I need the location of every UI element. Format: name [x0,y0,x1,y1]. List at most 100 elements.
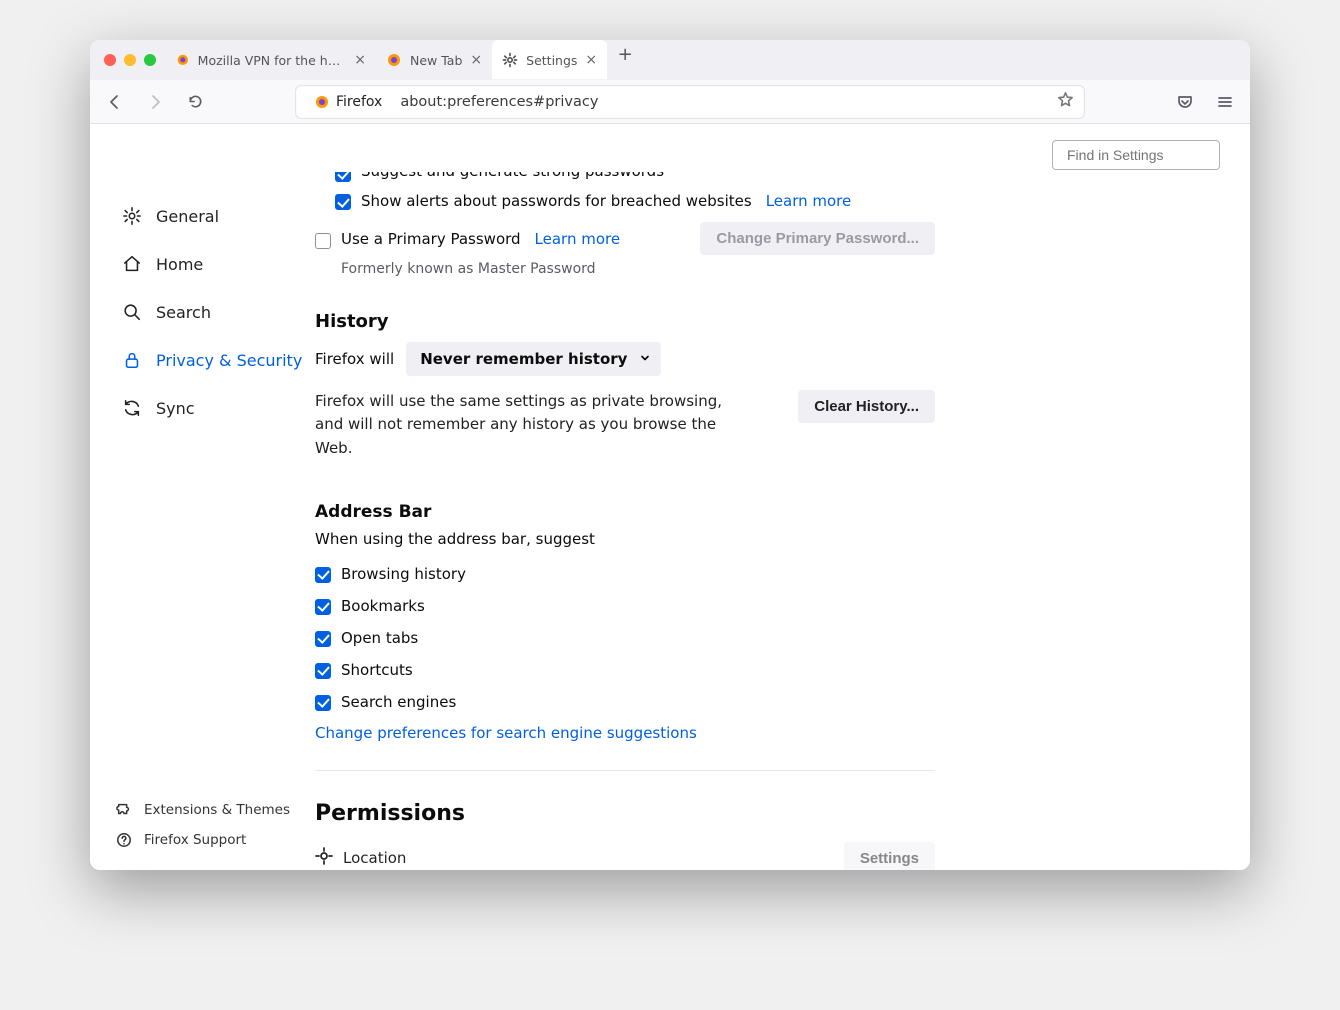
checkbox-label: Suggest and generate strong passwords [361,172,664,180]
address-label-text: Firefox [336,94,382,110]
checkbox[interactable] [315,233,331,249]
help-icon [116,832,132,848]
tabs: Mozilla VPN for the holidays × New Tab ×… [166,40,1242,80]
checkbox-row-bookmarks: Bookmarks [315,590,935,622]
browser-window: Mozilla VPN for the holidays × New Tab ×… [90,40,1250,870]
close-icon[interactable]: × [585,52,597,68]
sidebar-item-label: Search [156,303,211,322]
primary-password-note: Formerly known as Master Password [341,261,935,277]
permissions-heading: Permissions [315,801,935,826]
settings-panel: Suggest and generate strong passwords Sh… [315,172,935,870]
separator [315,770,935,771]
firefox-icon [386,52,402,68]
addressbar-subtitle: When using the address bar, suggest [315,530,935,548]
sidebar-item-home[interactable]: Home [116,244,315,284]
change-primary-password-button[interactable]: Change Primary Password... [700,222,935,255]
gear-icon [502,52,518,68]
permission-row-location: Location Settings [315,836,935,870]
addressbar-heading: Address Bar [315,502,935,522]
sidebar-link-label: Extensions & Themes [144,802,290,818]
location-icon [315,847,333,869]
sidebar-link-label: Firefox Support [144,832,246,848]
learn-more-link[interactable]: Learn more [766,192,852,210]
sidebar-item-label: Home [156,255,203,274]
sidebar-link-support[interactable]: Firefox Support [116,832,315,848]
sidebar-link-extensions[interactable]: Extensions & Themes [116,802,315,818]
address-identity: Firefox [306,92,390,112]
learn-more-link[interactable]: Learn more [535,230,621,248]
history-heading: History [315,311,935,332]
sidebar-item-label: General [156,207,219,226]
new-tab-button[interactable]: + [611,40,639,68]
checkbox-label: Bookmarks [341,597,425,615]
checkbox-label: Browsing history [341,565,466,583]
tab-new-tab[interactable]: New Tab × [376,40,492,80]
history-mode-select[interactable]: Never remember history [406,342,661,376]
address-bar[interactable]: Firefox about:preferences#privacy [295,85,1085,119]
close-icon[interactable]: × [470,52,482,68]
back-button[interactable] [100,87,130,117]
tab-label: New Tab [410,53,462,68]
sidebar-item-general[interactable]: General [116,196,315,236]
reload-button[interactable] [180,87,210,117]
select-value: Never remember history [420,350,627,368]
pocket-button[interactable] [1170,87,1200,117]
tab-settings[interactable]: Settings × [492,40,607,80]
window-close[interactable] [104,54,116,66]
sidebar-item-label: Sync [156,399,195,418]
tab-strip: Mozilla VPN for the holidays × New Tab ×… [90,40,1250,80]
sync-icon [122,398,142,418]
history-firefox-will: Firefox will [315,350,394,368]
checkbox-row-search-engines: Search engines [315,686,935,718]
settings-main: Suggest and generate strong passwords Sh… [315,124,1250,870]
gear-icon [122,206,142,226]
search-icon [122,302,142,322]
bookmark-star-icon[interactable] [1057,91,1074,112]
settings-search-input[interactable] [1067,147,1248,163]
checkbox[interactable] [315,599,331,615]
firefox-icon [314,94,330,110]
home-icon [122,254,142,274]
forward-button[interactable] [140,87,170,117]
window-minimize[interactable] [124,54,136,66]
checkbox[interactable] [315,631,331,647]
checkbox-label: Open tabs [341,629,418,647]
permission-label: Location [343,849,406,867]
tab-label: Settings [526,53,577,68]
checkbox[interactable] [315,663,331,679]
checkbox-row-suggest-passwords: Suggest and generate strong passwords [315,172,935,186]
permission-settings-button[interactable]: Settings [844,842,935,870]
settings-sidebar: General Home Search Privacy & Security S… [90,124,315,870]
sidebar-item-search[interactable]: Search [116,292,315,332]
nav-toolbar: Firefox about:preferences#privacy [90,80,1250,124]
checkbox[interactable] [335,172,351,182]
checkbox-row-browsing-history: Browsing history [315,558,935,590]
sidebar-item-sync[interactable]: Sync [116,388,315,428]
settings-content: General Home Search Privacy & Security S… [90,124,1250,870]
checkbox-label: Search engines [341,693,456,711]
sidebar-item-privacy[interactable]: Privacy & Security [116,340,315,380]
address-bar-wrap: Firefox about:preferences#privacy [220,85,1160,119]
sidebar-bottom: Extensions & Themes Firefox Support [116,802,315,870]
addressbar-options: Browsing history Bookmarks Open tabs Sho… [315,558,935,718]
history-mode-row: Firefox will Never remember history [315,342,935,376]
change-search-prefs-row: Change preferences for search engine sug… [315,718,935,748]
change-search-prefs-link[interactable]: Change preferences for search engine sug… [315,724,697,742]
window-controls [98,54,166,66]
checkbox[interactable] [335,194,351,210]
settings-search[interactable] [1052,140,1220,170]
app-menu-button[interactable] [1210,87,1240,117]
lock-icon [122,350,142,370]
checkbox-label: Shortcuts [341,661,413,679]
checkbox-label: Use a Primary Password [341,230,521,248]
clear-history-button[interactable]: Clear History... [798,390,935,423]
checkbox[interactable] [315,567,331,583]
window-maximize[interactable] [144,54,156,66]
sidebar-item-label: Privacy & Security [156,351,302,370]
tab-mozilla-vpn[interactable]: Mozilla VPN for the holidays × [166,40,376,80]
checkbox-row-breach-alerts: Show alerts about passwords for breached… [335,186,935,216]
checkbox[interactable] [315,695,331,711]
tab-label: Mozilla VPN for the holidays [198,53,347,68]
firefox-icon [176,52,190,68]
close-icon[interactable]: × [354,52,366,68]
